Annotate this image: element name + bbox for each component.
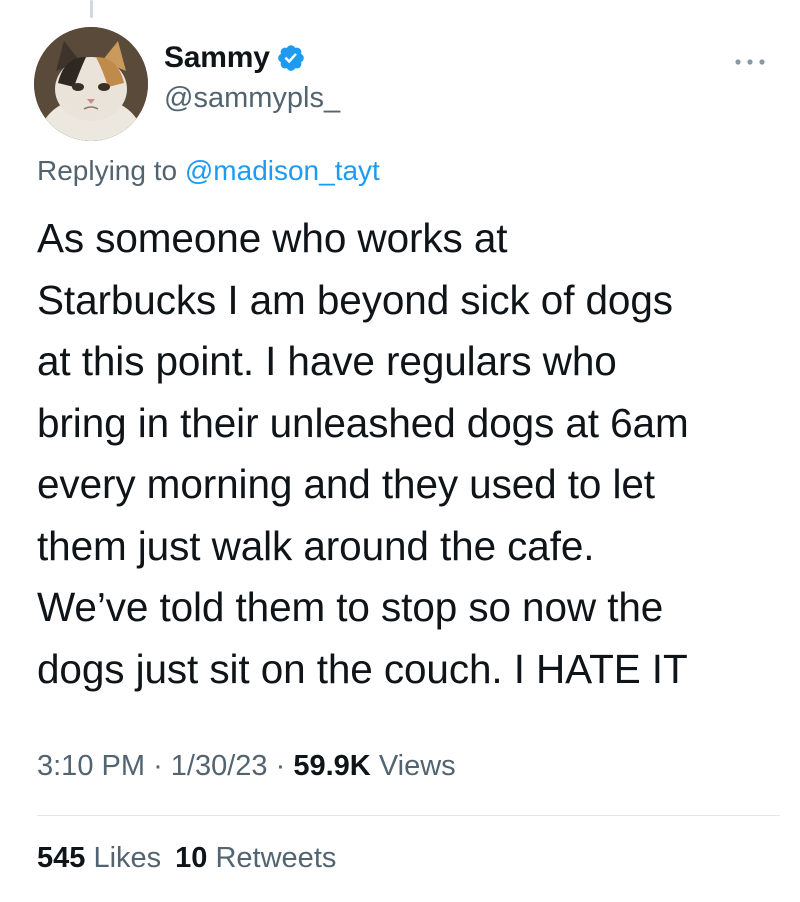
tweet-time[interactable]: 3:10 PM: [37, 750, 145, 782]
author-display-name[interactable]: Sammy: [164, 41, 270, 75]
retweets-label: Retweets: [215, 842, 337, 874]
thread-connector-line: [90, 0, 93, 18]
likes-label: Likes: [93, 842, 162, 874]
tweet-metadata: 3:10 PM · 1/30/23 · 59.9K Views: [37, 750, 456, 783]
replying-to: Replying to @madison_tayt: [37, 155, 380, 187]
tweet-text-line: bring in their unleashed dogs at 6am: [37, 399, 689, 446]
tweet-text-line: every morning and they used to let: [37, 461, 655, 507]
ellipsis-icon[interactable]: [730, 52, 770, 72]
verified-badge-icon: [277, 45, 304, 71]
meta-separator: ·: [153, 750, 163, 782]
tweet-text-line: at this point. I have regulars who: [37, 338, 617, 384]
tweet-text-line: Starbucks I am beyond sick of dogs: [37, 276, 673, 323]
author-name-row: Sammy: [164, 40, 340, 76]
avatar[interactable]: [34, 27, 148, 141]
views-label: Views: [378, 750, 456, 782]
likes-link[interactable]: 545 Likes: [37, 842, 161, 874]
tweet-text: As someone who works at Starbucks I am b…: [37, 208, 787, 700]
replying-to-handle-link[interactable]: @madison_tayt: [185, 155, 380, 186]
tweet-text-line: We’ve told them to stop so now the: [37, 584, 664, 630]
tweet-engagement-stats: 545 Likes 10 Retweets: [37, 842, 336, 875]
tweet-date[interactable]: 1/30/23: [171, 750, 268, 782]
replying-prefix: Replying to: [37, 155, 178, 186]
retweets-count: 10: [175, 842, 208, 874]
retweets-link[interactable]: 10 Retweets: [175, 842, 336, 874]
tweet-author: Sammy @sammypls_: [164, 40, 340, 115]
tweet-text-line: As someone who works at: [37, 215, 508, 261]
tweet-text-line: them just walk around the cafe.: [37, 522, 595, 569]
meta-separator: ·: [275, 750, 286, 782]
author-handle[interactable]: @sammypls_: [164, 82, 340, 115]
kitten-avatar-icon: [34, 27, 148, 141]
divider: [37, 815, 780, 816]
tweet-text-line: dogs just sit on the couch. I HATE IT: [37, 645, 688, 692]
views-count: 59.9K: [293, 750, 371, 782]
likes-count: 545: [37, 842, 86, 874]
